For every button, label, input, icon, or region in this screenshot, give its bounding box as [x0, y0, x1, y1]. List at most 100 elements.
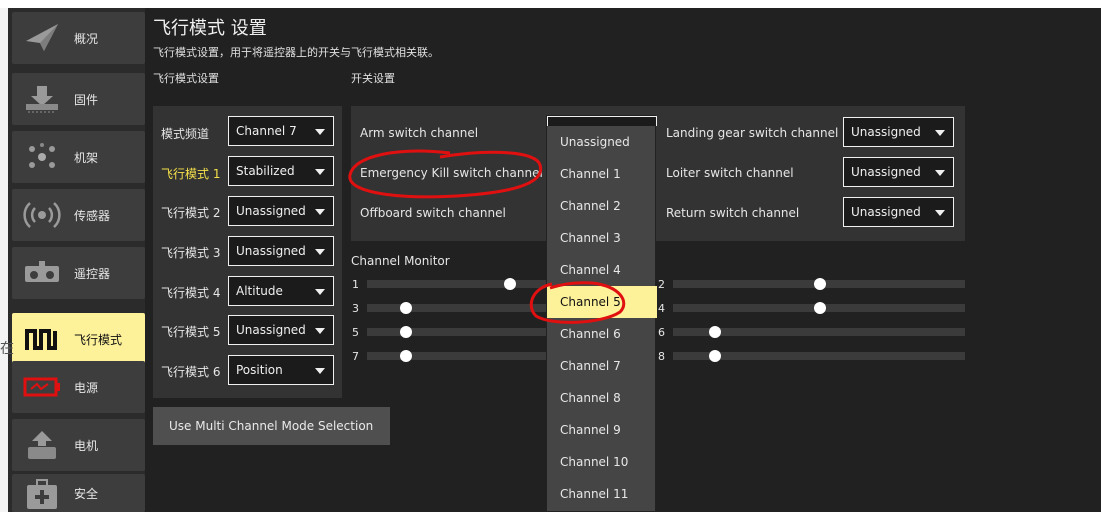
- loiter-combo[interactable]: Unassigned: [843, 157, 954, 187]
- airframe-icon: [18, 137, 66, 177]
- flight-mode-4-combo[interactable]: Altitude: [228, 276, 334, 306]
- offboard-switch-label: Offboard switch channel: [360, 206, 506, 220]
- sidebar-item-label: 遥控器: [74, 266, 111, 281]
- sidebar-item-label: 安全: [74, 486, 99, 501]
- channel-knob: [400, 326, 412, 338]
- channel-number: 3: [352, 302, 359, 315]
- chevron-down-icon: [315, 328, 325, 334]
- dropdown-option[interactable]: Channel 10: [547, 446, 657, 478]
- dropdown-option[interactable]: Channel 6: [547, 318, 657, 350]
- combo-value: Stabilized: [236, 164, 295, 178]
- channel-number: 2: [658, 278, 665, 291]
- channel-number: 7: [352, 350, 359, 363]
- paper-plane-icon: [18, 18, 66, 58]
- dropdown-option[interactable]: Channel 9: [547, 414, 657, 446]
- channel-number: 5: [352, 326, 359, 339]
- channel-number: 1: [352, 278, 359, 291]
- chevron-down-icon: [935, 130, 945, 136]
- dropdown-option[interactable]: Channel 7: [547, 350, 657, 382]
- channel-knob: [814, 302, 826, 314]
- sidebar-item-label: 电源: [74, 380, 99, 395]
- flight-modes-heading: 飞行模式设置: [153, 72, 219, 85]
- mode-channel-label: 模式频道: [161, 127, 210, 141]
- combo-value: Altitude: [236, 284, 283, 298]
- dropdown-option[interactable]: Unassigned: [547, 126, 657, 158]
- page-title: 飞行模式 设置: [153, 18, 267, 39]
- dropdown-option[interactable]: Channel 8: [547, 382, 657, 414]
- sidebar-item-label: 传感器: [74, 208, 111, 223]
- sidebar-item-label: 飞行模式: [74, 332, 123, 347]
- sidebar-item-airframe[interactable]: 机架: [12, 131, 145, 183]
- dropdown-option[interactable]: Channel 4: [547, 254, 657, 286]
- flight-mode-2-label: 飞行模式 2: [161, 206, 221, 220]
- chevron-down-icon: [935, 210, 945, 216]
- first-aid-icon: [18, 473, 66, 513]
- landing-gear-combo[interactable]: Unassigned: [843, 117, 954, 147]
- channel-knob: [709, 326, 721, 338]
- combo-value: Unassigned: [236, 244, 306, 258]
- flight-mode-5-combo[interactable]: Unassigned: [228, 315, 334, 345]
- combo-value: Unassigned: [851, 205, 921, 219]
- radio-waves-icon: [18, 195, 66, 235]
- sidebar-item-label: 电机: [74, 438, 99, 453]
- sidebar: 概况 固件 机架 传感器 遥控器 飞行模式 电源 电机 安全: [8, 8, 145, 512]
- app-window: 概况 固件 机架 传感器 遥控器 飞行模式 电源 电机 安全 飞行模式 设置 飞…: [0, 0, 1101, 512]
- sidebar-item-power[interactable]: 电源: [12, 361, 145, 413]
- switch-settings-heading: 开关设置: [351, 72, 395, 85]
- sidebar-item-safety[interactable]: 安全: [12, 474, 145, 512]
- return-switch-label: Return switch channel: [666, 206, 800, 220]
- multi-channel-mode-button[interactable]: Use Multi Channel Mode Selection: [153, 407, 390, 445]
- channel-number: 4: [658, 302, 665, 315]
- flight-mode-3-combo[interactable]: Unassigned: [228, 236, 334, 266]
- dropdown-anchor: [547, 116, 657, 126]
- sidebar-item-motors[interactable]: 电机: [12, 419, 145, 471]
- chevron-down-icon: [315, 169, 325, 175]
- left-edge: [0, 8, 8, 512]
- sidebar-item-label: 概况: [74, 31, 99, 46]
- chevron-down-icon: [315, 209, 325, 215]
- flight-mode-6-combo[interactable]: Position: [228, 355, 334, 385]
- flight-mode-2-combo[interactable]: Unassigned: [228, 196, 334, 226]
- channel-knob: [400, 350, 412, 362]
- flight-mode-1-label: 飞行模式 1: [161, 167, 221, 181]
- download-icon: [18, 79, 66, 119]
- sidebar-item-radio[interactable]: 遥控器: [12, 247, 145, 299]
- channel-knob: [709, 350, 721, 362]
- motor-icon: [18, 425, 66, 465]
- chevron-down-icon: [315, 249, 325, 255]
- sidebar-item-flight-modes[interactable]: 飞行模式: [12, 313, 145, 365]
- dropdown-option[interactable]: Channel 3: [547, 222, 657, 254]
- return-combo[interactable]: Unassigned: [843, 197, 954, 227]
- dropdown-option-selected[interactable]: Channel 5: [547, 286, 657, 318]
- flight-mode-4-label: 飞行模式 4: [161, 286, 221, 300]
- channel-knob: [400, 302, 412, 314]
- sidebar-item-firmware[interactable]: 固件: [12, 73, 145, 125]
- dropdown-option[interactable]: Channel 2: [547, 190, 657, 222]
- page-subtitle: 飞行模式设置，用于将遥控器上的开关与飞行模式相关联。: [153, 46, 439, 59]
- flight-mode-3-label: 飞行模式 3: [161, 246, 221, 260]
- combo-value: Unassigned: [236, 204, 306, 218]
- chevron-down-icon: [935, 170, 945, 176]
- channel-knob: [504, 278, 516, 290]
- flight-mode-6-label: 飞行模式 6: [161, 365, 221, 379]
- chevron-down-icon: [315, 129, 325, 135]
- landing-gear-switch-label: Landing gear switch channel: [666, 126, 839, 140]
- sidebar-item-sensors[interactable]: 传感器: [12, 189, 145, 241]
- sidebar-item-overview[interactable]: 概况: [12, 12, 145, 64]
- kill-switch-label: Emergency Kill switch channel: [360, 166, 543, 180]
- channel-dropdown-list: Unassigned Channel 1 Channel 2 Channel 3…: [546, 115, 657, 512]
- channel-monitor-title: Channel Monitor: [351, 254, 450, 268]
- combo-value: Unassigned: [851, 125, 921, 139]
- combo-value: Unassigned: [236, 323, 306, 337]
- channel-number: 6: [658, 326, 665, 339]
- dropdown-option[interactable]: Channel 11: [547, 478, 657, 510]
- mode-channel-combo[interactable]: Channel 7: [228, 116, 334, 146]
- chevron-down-icon: [315, 289, 325, 295]
- dropdown-option[interactable]: Channel 1: [547, 158, 657, 190]
- battery-icon: [18, 367, 66, 407]
- flight-mode-1-combo[interactable]: Stabilized: [228, 156, 334, 186]
- combo-value: Unassigned: [851, 165, 921, 179]
- sidebar-item-label: 固件: [74, 92, 99, 107]
- remote-control-icon: [18, 253, 66, 293]
- channel-number: 8: [658, 350, 665, 363]
